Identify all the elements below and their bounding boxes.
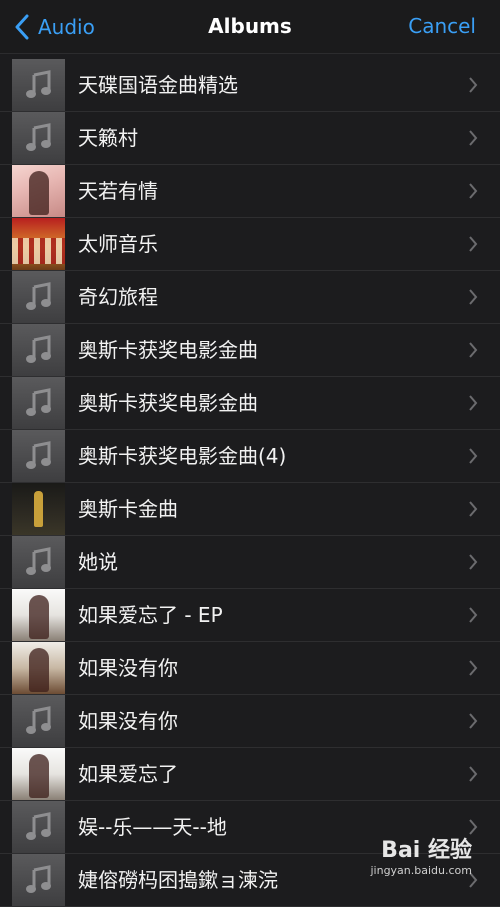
album-title: 太师音乐: [78, 232, 158, 256]
album-cover-photo: [12, 165, 65, 217]
album-row[interactable]: 太师音乐: [0, 218, 500, 271]
album-title: 如果没有你: [78, 656, 178, 680]
album-row[interactable]: 奥斯卡获奖电影金曲(4): [0, 430, 500, 483]
album-cover-photo: [12, 218, 65, 270]
album-title: 天碟国语金曲精选: [78, 73, 238, 97]
album-title: 奥斯卡获奖电影金曲(4): [78, 444, 287, 468]
album-cover-photo: [12, 748, 65, 800]
watermark-url: jingyan.baidu.com: [370, 864, 472, 877]
album-row[interactable]: 她说: [0, 536, 500, 589]
album-row[interactable]: 如果没有你: [0, 642, 500, 695]
album-title: 她说: [78, 550, 118, 574]
album-row[interactable]: 如果没有你: [0, 695, 500, 748]
album-title: 奇幻旅程: [78, 285, 158, 309]
album-row[interactable]: 如果爱忘了 - EP: [0, 589, 500, 642]
album-row[interactable]: 天碟国语金曲精选: [0, 59, 500, 112]
chevron-right-icon: [469, 554, 478, 570]
album-title: 如果爱忘了 - EP: [78, 603, 223, 627]
chevron-right-icon: [469, 77, 478, 93]
chevron-right-icon: [469, 342, 478, 358]
music-note-icon: [12, 430, 65, 482]
music-note-icon: [12, 324, 65, 376]
album-title: 娱--乐——天--地: [78, 815, 227, 839]
chevron-right-icon: [469, 395, 478, 411]
music-note-icon: [12, 801, 65, 853]
album-cover-photo: [12, 483, 65, 535]
album-title: 奥斯卡金曲: [78, 497, 178, 521]
chevron-right-icon: [469, 501, 478, 517]
album-cover-photo: [12, 589, 65, 641]
chevron-right-icon: [469, 236, 478, 252]
navigation-bar: Audio Albums Cancel: [0, 0, 500, 54]
baidu-watermark: Bai 经验 jingyan.baidu.com: [370, 832, 472, 877]
album-row[interactable]: 天若有情: [0, 165, 500, 218]
chevron-right-icon: [469, 183, 478, 199]
chevron-right-icon: [469, 130, 478, 146]
album-row[interactable]: 如果爱忘了: [0, 748, 500, 801]
music-note-icon: [12, 377, 65, 429]
album-title: 天若有情: [78, 179, 158, 203]
album-row[interactable]: 奥斯卡金曲: [0, 483, 500, 536]
chevron-right-icon: [469, 660, 478, 676]
album-title: 如果爱忘了: [78, 762, 178, 786]
music-note-icon: [12, 271, 65, 323]
chevron-right-icon: [469, 448, 478, 464]
chevron-right-icon: [469, 766, 478, 782]
music-note-icon: [12, 854, 65, 906]
watermark-logo-text: Bai 经验: [381, 838, 472, 863]
album-list: 天碟国语金曲精选 天籁村 天若有情 太师音乐 奇幻旅程 奥斯卡获奖电影金曲 奥斯…: [0, 59, 500, 907]
album-row[interactable]: 天籁村: [0, 112, 500, 165]
chevron-right-icon: [469, 713, 478, 729]
music-note-icon: [12, 536, 65, 588]
chevron-right-icon: [469, 607, 478, 623]
album-title: 婕傛磱杩囨搗鏉ョ湅浣: [78, 868, 278, 892]
album-title: 如果没有你: [78, 709, 178, 733]
album-title: 天籁村: [78, 126, 138, 150]
album-row[interactable]: 奥斯卡获奖电影金曲: [0, 377, 500, 430]
chevron-right-icon: [469, 289, 478, 305]
album-title: 奥斯卡获奖电影金曲: [78, 338, 258, 362]
cancel-button[interactable]: Cancel: [408, 14, 476, 38]
music-note-icon: [12, 59, 65, 111]
music-note-icon: [12, 112, 65, 164]
music-note-icon: [12, 695, 65, 747]
album-title: 奥斯卡获奖电影金曲: [78, 391, 258, 415]
album-row[interactable]: 奥斯卡获奖电影金曲: [0, 324, 500, 377]
album-cover-photo: [12, 642, 65, 694]
album-row[interactable]: 奇幻旅程: [0, 271, 500, 324]
